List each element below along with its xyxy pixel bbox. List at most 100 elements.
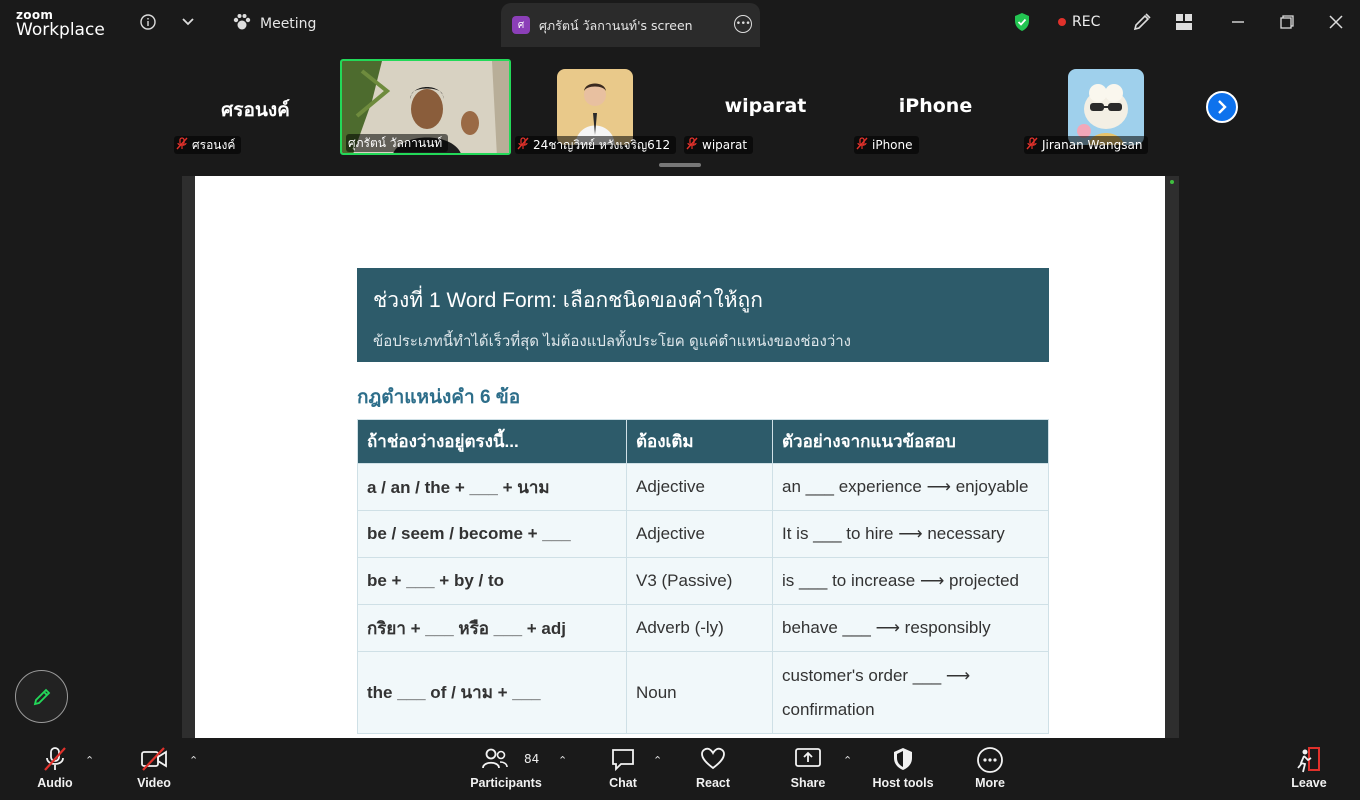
more-label: More (975, 776, 1005, 790)
participant-label: iPhone (854, 136, 919, 154)
video-button[interactable]: Video (114, 746, 194, 790)
table-row: be / seem / become + ___ Adjective It is… (357, 510, 1049, 558)
leave-label: Leave (1291, 776, 1327, 790)
column-header: ตัวอย่างจากแนวข้อสอบ (772, 419, 1049, 464)
info-icon[interactable] (136, 10, 160, 34)
participant-name: ศรอนงค์ (192, 137, 236, 152)
participant-display-name: ศรอนงค์ (221, 99, 290, 121)
video-off-icon (114, 746, 194, 774)
meeting-label: Meeting (260, 16, 317, 32)
shared-screen-title: ศุภรัตน์ วัลกานนท์'s screen (539, 18, 693, 33)
table-row: be + ___ + by / to V3 (Passive) is ___ t… (357, 557, 1049, 605)
share-status-dot (1170, 180, 1174, 184)
annotate-icon[interactable] (1130, 10, 1154, 34)
table-cell: Adverb (-ly) (626, 604, 773, 652)
table-cell: V3 (Passive) (626, 557, 773, 605)
chat-label: Chat (609, 776, 637, 790)
zoom-window: zoom Workplace Meeting ศ ศุภรัตน์ วัลกาน… (0, 0, 1360, 800)
host-tools-button[interactable]: Host tools (863, 746, 943, 790)
close-icon[interactable] (1324, 10, 1348, 34)
mic-muted-icon (517, 137, 529, 153)
audio-button[interactable]: Audio (15, 746, 95, 790)
table-cell: a / an / the + ___ + นาม (357, 463, 627, 511)
leave-button[interactable]: Leave (1269, 746, 1349, 790)
column-header: ต้องเติม (626, 419, 773, 464)
chevron-up-icon[interactable]: ⌃ (558, 754, 567, 767)
participant-label: 24ชาญวิทย์ หวังเจริญ612 (515, 136, 677, 154)
mic-muted-icon (15, 746, 95, 774)
participant-name: ศุภรัตน์ วัลกานนท์ (348, 135, 443, 150)
zoom-logo: zoom Workplace (16, 9, 105, 39)
participant-display-name: wiparat (724, 95, 807, 117)
slide-subtitle: ข้อประเภทนี้ทำได้เร็วที่สุด ไม่ต้องแปลทั… (373, 333, 852, 350)
pencil-icon (33, 688, 50, 705)
audio-label: Audio (37, 776, 73, 790)
more-options-icon[interactable]: ••• (734, 15, 752, 33)
table-cell: Adjective (626, 510, 773, 558)
table-cell: Noun (626, 651, 773, 734)
chevron-up-icon[interactable]: ⌃ (189, 754, 198, 767)
table-cell: be / seem / become + ___ (357, 510, 627, 558)
participant-tile[interactable]: 24ชาญวิทย์ หวังเจริญ612 (511, 59, 682, 155)
chevron-down-icon[interactable] (176, 10, 200, 34)
react-label: React (695, 776, 731, 790)
rec-label: REC (1072, 14, 1101, 30)
table-cell: It is ___ to hire ⟶ necessary (772, 510, 1049, 558)
participant-label: Jiranan Wangsan (1024, 136, 1149, 154)
annotation-pencil-button[interactable] (15, 670, 68, 723)
slide-title: ช่วงที่ 1 Word Form: เลือกชนิดของคำให้ถู… (373, 289, 763, 312)
participant-tile[interactable]: wiparat wiparat (680, 59, 851, 155)
table-cell: Adjective (626, 463, 773, 511)
word-position-table: ถ้าช่องว่างอยู่ตรงนี้... ต้องเติม ตัวอย่… (357, 419, 1049, 734)
shield-check-icon[interactable] (1010, 10, 1034, 34)
heart-icon (673, 746, 753, 774)
recording-indicator[interactable]: REC (1058, 14, 1100, 30)
chevron-up-icon[interactable]: ⌃ (653, 754, 662, 767)
chevron-up-icon[interactable]: ⌃ (85, 754, 94, 767)
mic-muted-icon (686, 137, 698, 153)
table-cell: the ___ of / นาม + ___ (357, 651, 627, 734)
strip-resize-handle[interactable] (659, 163, 701, 167)
more-icon (950, 746, 1030, 774)
next-page-arrow-icon[interactable] (1206, 91, 1238, 123)
participant-name: Jiranan Wangsan (1042, 138, 1143, 152)
participant-name: 24ชาญวิทย์ หวังเจริญ612 (533, 137, 671, 152)
participant-label: ศรอนงค์ (174, 136, 242, 154)
layout-grid-icon[interactable] (1172, 10, 1196, 34)
chevron-up-icon[interactable]: ⌃ (843, 754, 852, 767)
mic-muted-icon (176, 137, 188, 153)
rules-heading: กฎตำแหน่งคำ 6 ข้อ (357, 387, 521, 408)
participant-count: 84 (524, 752, 540, 766)
table-cell: behave ___ ⟶ responsibly (772, 604, 1049, 652)
chat-button[interactable]: Chat (583, 746, 663, 790)
participant-tile[interactable]: Jiranan Wangsan (1020, 59, 1191, 155)
participant-label: ศุภรัตน์ วัลกานนท์ (346, 134, 449, 152)
participant-tile[interactable]: iPhone iPhone (850, 59, 1021, 155)
more-button[interactable]: More (950, 746, 1030, 790)
restore-icon[interactable] (1275, 10, 1299, 34)
chat-icon (583, 746, 663, 774)
table-cell: กริยา + ___ หรือ ___ + adj (357, 604, 627, 652)
participant-name: iPhone (872, 138, 913, 152)
shared-screen-tab[interactable]: ศ ศุภรัตน์ วัลกานนท์'s screen ••• (501, 3, 760, 47)
mic-muted-icon (1026, 137, 1038, 153)
avatar (1068, 69, 1144, 145)
meeting-controls-bar: Audio ⌃ Video ⌃ Participants 84 ⌃ Chat ⌃ (0, 738, 1360, 800)
avatar (557, 69, 633, 145)
meeting-button[interactable]: Meeting (232, 12, 316, 36)
host-tools-label: Host tools (872, 776, 934, 790)
participant-display-name: iPhone (898, 95, 973, 117)
shared-screen-view[interactable]: ช่วงที่ 1 Word Form: เลือกชนิดของคำให้ถู… (182, 176, 1179, 738)
table-header-row: ถ้าช่องว่างอยู่ตรงนี้... ต้องเติม ตัวอย่… (357, 419, 1049, 464)
table-row: a / an / the + ___ + นาม Adjective an __… (357, 463, 1049, 511)
top-bar: zoom Workplace Meeting ศ ศุภรัตน์ วัลกาน… (0, 0, 1360, 48)
record-dot-icon (1058, 18, 1066, 26)
table-row: the ___ of / นาม + ___ Noun customer's o… (357, 651, 1049, 734)
participant-tile[interactable]: ศรอนงค์ ศรอนงค์ (170, 59, 341, 155)
participants-label: Participants (470, 776, 542, 790)
shared-document-page: ช่วงที่ 1 Word Form: เลือกชนิดของคำให้ถู… (195, 176, 1165, 738)
share-button[interactable]: Share (768, 746, 848, 790)
minimize-icon[interactable] (1226, 10, 1250, 34)
react-button[interactable]: React (673, 746, 753, 790)
active-speaker-video-tile[interactable]: ศุภรัตน์ วัลกานนท์ (340, 59, 511, 155)
